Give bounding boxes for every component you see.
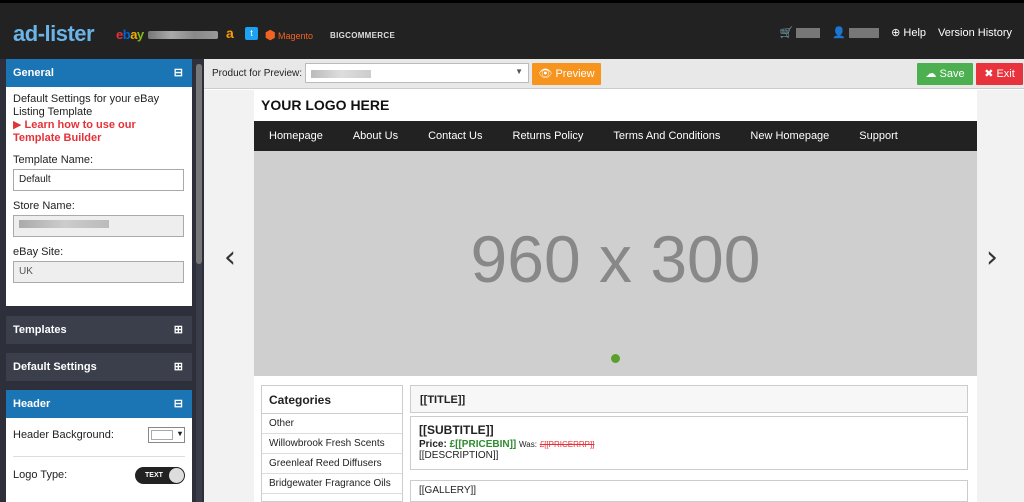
- product-preview-select[interactable]: ▼: [305, 63, 529, 83]
- header-bg-color-picker[interactable]: ▾: [148, 427, 185, 443]
- panel-header-body: Header Background: ▾ Logo Type: TEXT: [6, 418, 192, 502]
- logo-part: lister: [44, 21, 95, 46]
- ebay-site-label: eBay Site:: [13, 246, 64, 258]
- chevron-down-icon: ▼: [515, 67, 523, 76]
- top-bar: ad-lister ebay a t ⬢ Magento BIGCOMMERCE…: [0, 0, 1024, 59]
- panel-header-header[interactable]: Header ⊟: [6, 390, 192, 418]
- banner-placeholder-text: 960 x 300: [470, 222, 761, 296]
- blurred-value: [311, 70, 371, 78]
- logo-part: -: [37, 21, 45, 46]
- user-link[interactable]: 👤: [832, 26, 880, 39]
- description-token: [[DESCRIPTION]]: [419, 450, 499, 461]
- cart-icon: 🛒: [779, 27, 794, 39]
- title-box: [[TITLE]]: [410, 385, 968, 413]
- rrp-token: £[[PRICERRP]]: [539, 440, 595, 449]
- categories-box: Categories Other Willowbrook Fresh Scent…: [261, 385, 403, 502]
- menu-item[interactable]: About Us: [338, 121, 413, 151]
- blurred-account: [148, 31, 218, 39]
- expand-icon[interactable]: ⊞: [174, 316, 183, 344]
- bigcommerce-logo: BIGCOMMERCE: [330, 31, 396, 40]
- expand-icon[interactable]: ⊞: [174, 353, 183, 381]
- general-description: Default Settings for your eBay Listing T…: [13, 93, 160, 118]
- menu-item[interactable]: Homepage: [254, 121, 338, 151]
- ebay-site-input: UK: [13, 261, 184, 283]
- chevron-down-icon: ▾: [177, 429, 182, 438]
- version-history-link[interactable]: Version History: [938, 27, 1012, 39]
- category-item[interactable]: Greenleaf Reed Diffusers: [262, 454, 402, 474]
- description-box: [[SUBTITLE]] Price: £[[PRICEBIN]] Was: £…: [410, 416, 968, 470]
- template-name-label: Template Name:: [13, 154, 94, 166]
- close-icon: ✖: [984, 68, 994, 80]
- gallery-box: [[GALLERY]]: [410, 480, 968, 502]
- twitter-icon: t: [245, 27, 258, 40]
- preview-button[interactable]: 👁 Preview: [532, 63, 601, 85]
- help-link[interactable]: ⊕ Help: [891, 26, 926, 39]
- logo-part: ad: [13, 21, 38, 46]
- help-icon: ⊕: [891, 27, 901, 39]
- menu-item[interactable]: New Homepage: [735, 121, 844, 151]
- amazon-icon: a: [226, 25, 234, 41]
- price-token: £[[PRICEBIN]]: [449, 439, 517, 450]
- menu-item[interactable]: Contact Us: [413, 121, 497, 151]
- store-name-input: [13, 215, 184, 237]
- panel-general-header[interactable]: General ⊟: [6, 59, 192, 87]
- template-preview: ‹ › YOUR LOGO HERE Homepage About Us Con…: [204, 90, 1024, 502]
- product-preview-label: Product for Preview:: [212, 68, 303, 79]
- blurred-value: [19, 220, 109, 228]
- cart-link[interactable]: 🛒: [780, 26, 821, 39]
- top-nav: 🛒 👤 ⊕ Help Version History: [780, 26, 1012, 40]
- category-item[interactable]: Other: [262, 414, 402, 434]
- category-item[interactable]: Willowbrook Fresh Scents: [262, 434, 402, 454]
- blurred-value: [849, 28, 880, 39]
- youtube-icon: ▶: [13, 119, 22, 131]
- eye-icon: 👁: [538, 68, 553, 80]
- sidebar: General ⊟ Default Settings for your eBay …: [0, 59, 204, 502]
- magento-logo: ⬢ Magento: [265, 28, 314, 42]
- panel-default-settings-header[interactable]: Default Settings ⊞: [6, 353, 192, 381]
- panel-general-body: Default Settings for your eBay Listing T…: [6, 87, 192, 306]
- collapse-icon[interactable]: ⊟: [174, 390, 183, 418]
- ad-lister-logo[interactable]: ad-lister: [13, 21, 95, 47]
- menu-item[interactable]: Support: [844, 121, 913, 151]
- logo-type-label: Logo Type:: [13, 468, 68, 481]
- logo-type-toggle[interactable]: TEXT: [135, 466, 185, 484]
- slider-next-arrow[interactable]: ›: [986, 240, 998, 275]
- menu-item[interactable]: Terms And Conditions: [598, 121, 735, 151]
- collapse-icon[interactable]: ⊟: [174, 59, 183, 87]
- banner-slider[interactable]: 960 x 300: [254, 151, 977, 376]
- price-line: Price: £[[PRICEBIN]] Was: £[[PRICERRP]]: [419, 439, 595, 450]
- subtitle-token: [[SUBTITLE]]: [419, 423, 494, 437]
- slider-dot[interactable]: [611, 354, 620, 363]
- menu-item[interactable]: Returns Policy: [498, 121, 599, 151]
- slider-prev-arrow[interactable]: ‹: [224, 240, 236, 275]
- panel-templates-header[interactable]: Templates ⊞: [6, 316, 192, 344]
- blurred-value: [796, 28, 821, 39]
- ebay-logo: ebay: [116, 27, 144, 42]
- user-icon: 👤: [832, 27, 847, 39]
- template-menu: Homepage About Us Contact Us Returns Pol…: [254, 121, 977, 151]
- header-bg-label: Header Background:: [13, 428, 114, 441]
- category-item[interactable]: Bridgewater Fragrance Oils: [262, 474, 402, 494]
- categories-title: Categories: [262, 386, 402, 414]
- template-logo-text[interactable]: YOUR LOGO HERE: [261, 97, 389, 113]
- template-canvas: YOUR LOGO HERE Homepage About Us Contact…: [254, 90, 977, 502]
- sidebar-scroll-thumb[interactable]: [196, 64, 202, 264]
- save-button[interactable]: ☁ Save: [917, 63, 973, 85]
- learn-link[interactable]: ▶ Learn how to use our Template Builder: [13, 119, 185, 145]
- toolbar: Product for Preview: ▼ 👁 Preview ☁ Save …: [204, 59, 1024, 89]
- cloud-upload-icon: ☁: [925, 68, 937, 80]
- template-name-input[interactable]: Default: [13, 169, 184, 191]
- exit-button[interactable]: ✖ Exit: [976, 63, 1023, 85]
- store-name-label: Store Name:: [13, 200, 75, 212]
